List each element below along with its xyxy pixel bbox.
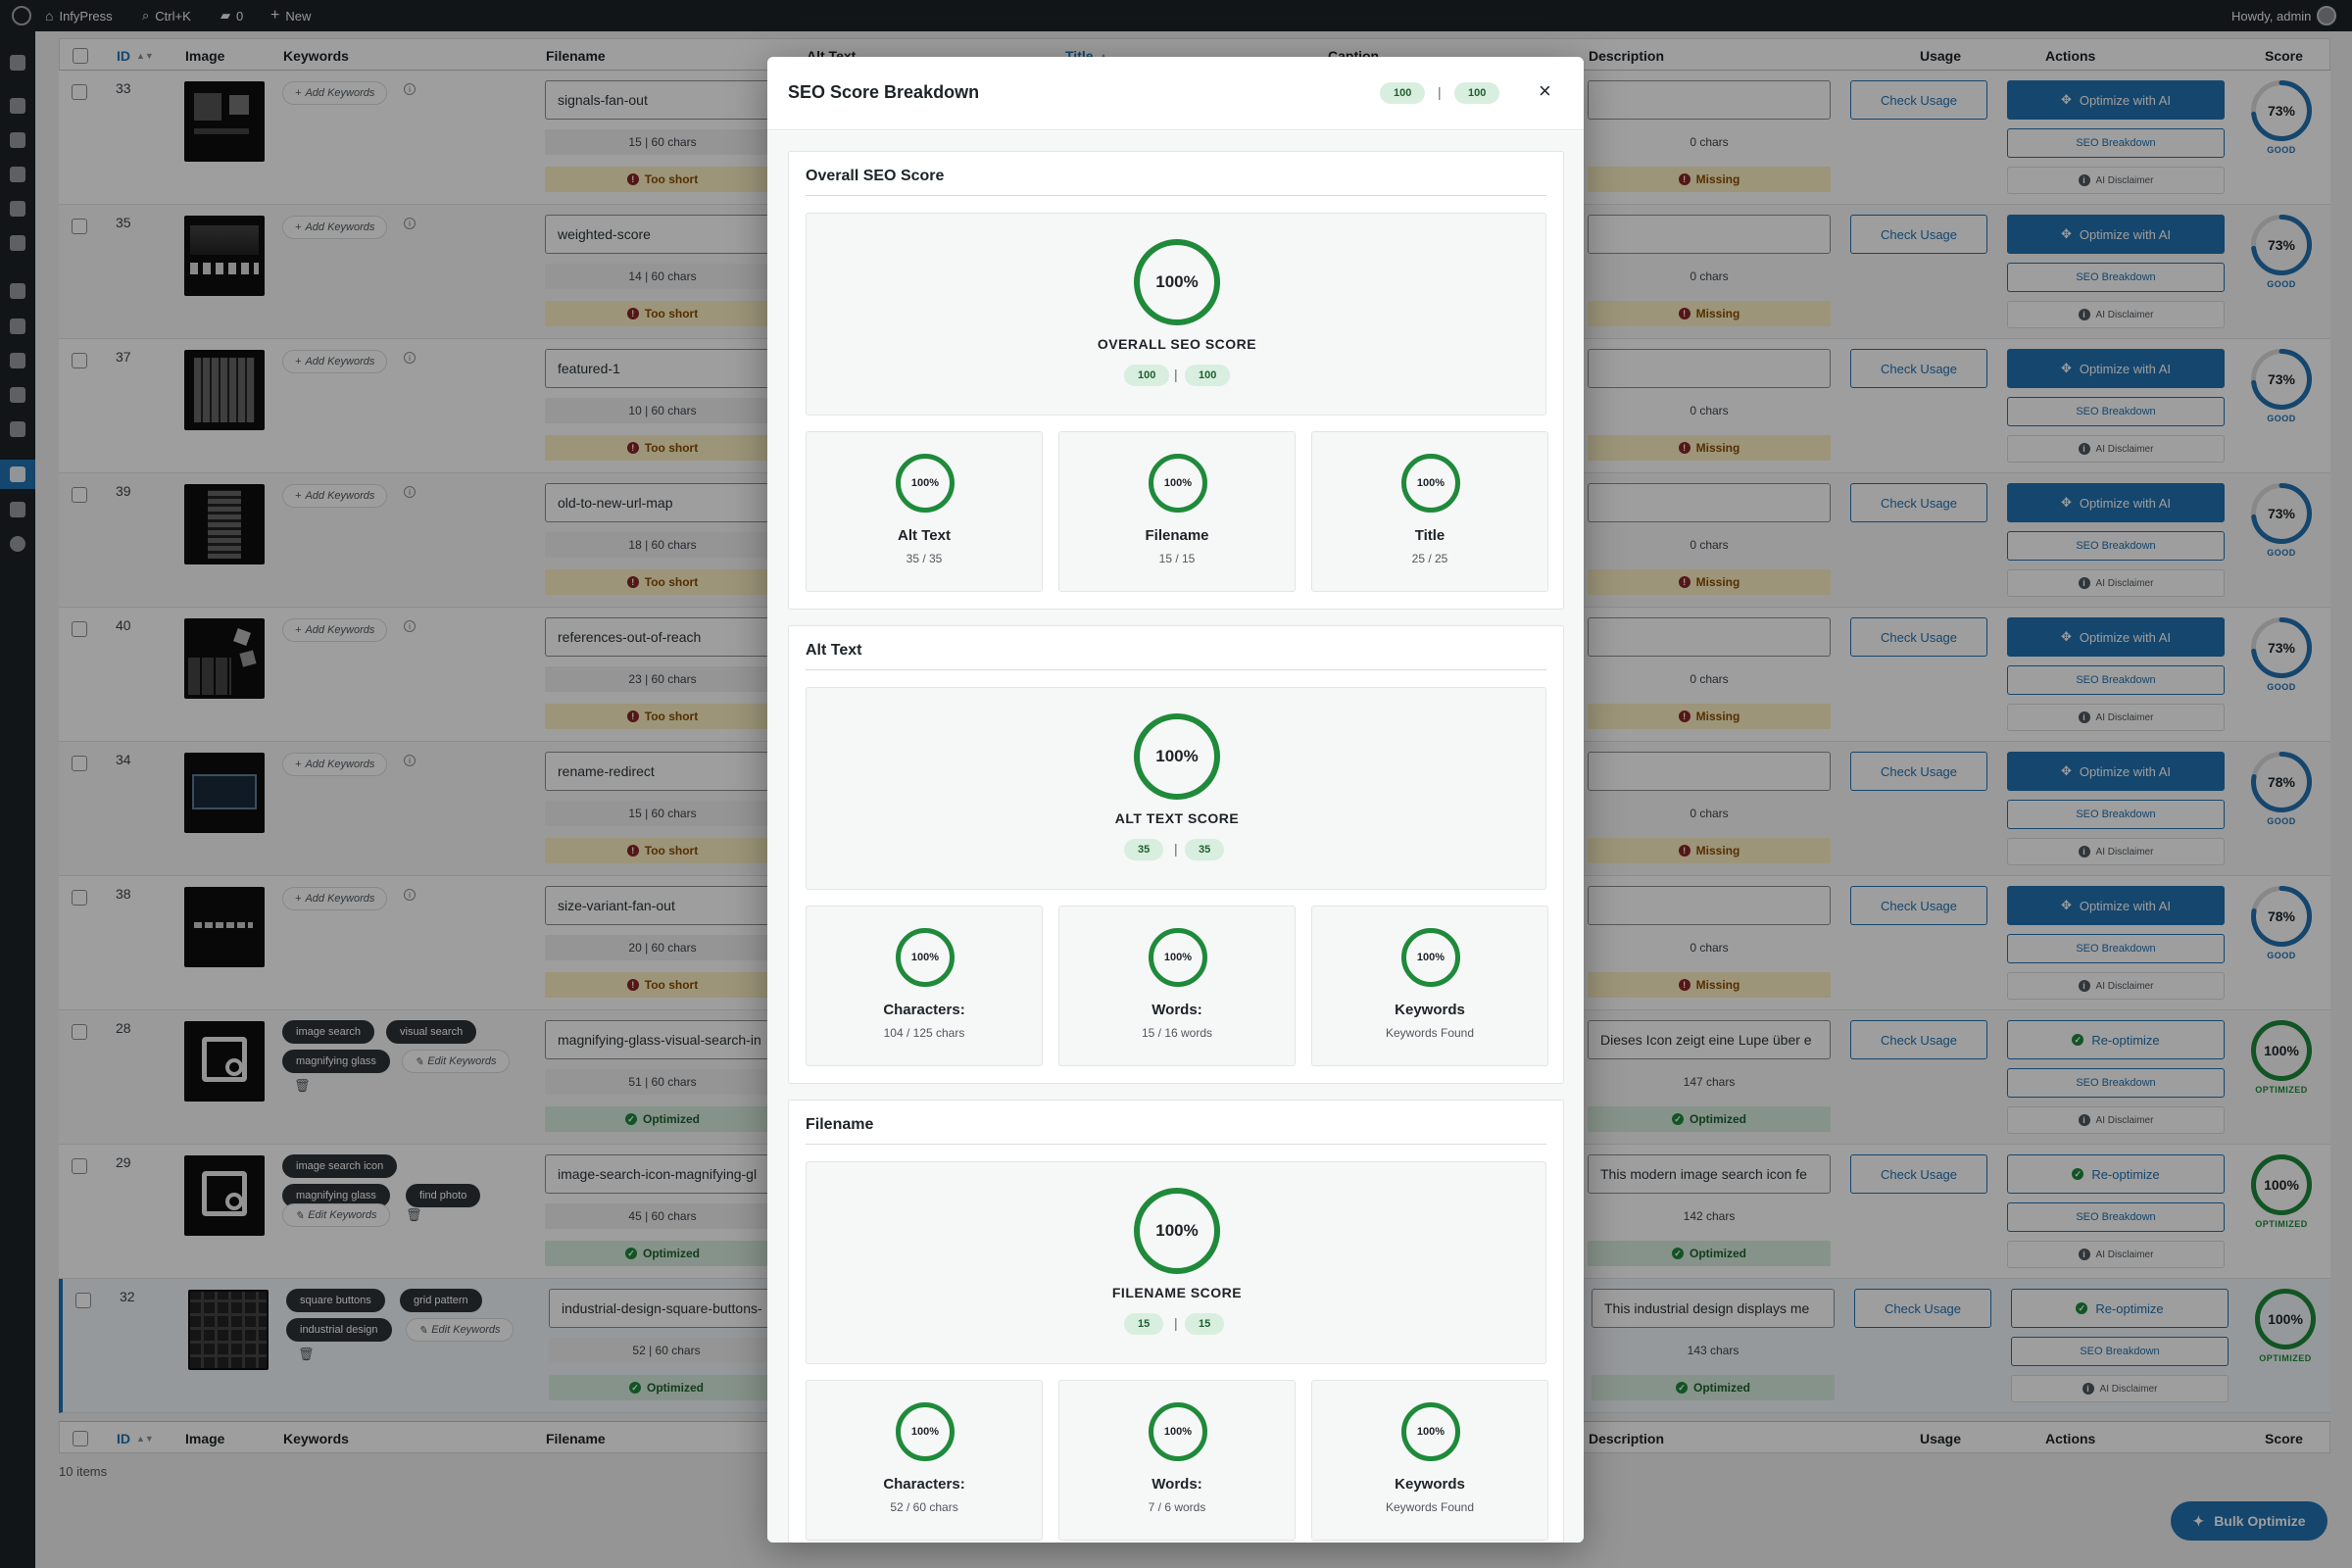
header-pill-separator: | xyxy=(1438,84,1442,100)
score-label: OVERALL SEO SCORE xyxy=(1097,336,1257,352)
score-pill: 15 xyxy=(1124,1313,1164,1335)
section-filename: Filename 100% FILENAME SCORE 15 | 15 100% Chara… xyxy=(788,1100,1564,1543)
metric-card: 100% Title 25 / 25 xyxy=(1311,431,1548,592)
metric-detail: 35 / 35 xyxy=(906,552,943,565)
metric-card: 100% Keywords Keywords Found xyxy=(1311,1380,1548,1541)
metric-detail: 7 / 6 words xyxy=(1148,1500,1206,1514)
modal-title: SEO Score Breakdown xyxy=(788,82,980,102)
divider xyxy=(806,669,1546,670)
metric-card: 100% Words: 7 / 6 words xyxy=(1058,1380,1296,1541)
metric-card: 100% Keywords Keywords Found xyxy=(1311,906,1548,1066)
metric-value: 100% xyxy=(1416,952,1446,963)
metric-detail: 52 / 60 chars xyxy=(890,1500,958,1514)
metric-label: Keywords xyxy=(1395,1476,1465,1493)
metric-card: 100% Filename 15 / 15 xyxy=(1058,431,1296,592)
metric-value: 100% xyxy=(910,477,940,489)
metric-label: Filename xyxy=(1145,527,1209,544)
metric-ring: 100% xyxy=(1401,928,1460,987)
metric-card: 100% Words: 15 / 16 words xyxy=(1058,906,1296,1066)
metric-detail: 15 / 15 xyxy=(1158,552,1196,565)
metric-detail: Keywords Found xyxy=(1385,1026,1475,1040)
metric-value: 100% xyxy=(910,1426,940,1438)
section-alt-text: Alt Text 100% ALT TEXT SCORE 35 | 35 100% Chara… xyxy=(788,625,1564,1084)
big-score-value: 100% xyxy=(1155,1221,1199,1240)
divider xyxy=(806,1144,1546,1145)
pill-separator: | xyxy=(1174,841,1178,857)
metric-value: 100% xyxy=(1163,952,1193,963)
score-pill: 100 xyxy=(1124,365,1170,386)
metric-card: 100% Characters: 104 / 125 chars xyxy=(806,906,1043,1066)
metric-value: 100% xyxy=(1416,477,1446,489)
section-heading: Filename xyxy=(806,1116,874,1133)
metric-detail: 15 / 16 words xyxy=(1141,1026,1213,1040)
metric-card: 100% Characters: 52 / 60 chars xyxy=(806,1380,1043,1541)
big-score-value: 100% xyxy=(1155,272,1199,291)
metric-label: Alt Text xyxy=(898,527,951,544)
score-label: FILENAME SCORE xyxy=(1111,1285,1243,1300)
metric-ring: 100% xyxy=(1401,1402,1460,1461)
max-pill: 35 xyxy=(1185,839,1225,860)
score-summary-card: 100% ALT TEXT SCORE 35 | 35 xyxy=(806,687,1546,890)
header-score-pill: 100 xyxy=(1380,82,1426,104)
section-overall: Overall SEO Score 100% OVERALL SEO SCORE 10… xyxy=(788,151,1564,610)
score-summary-card: 100% FILENAME SCORE 15 | 15 xyxy=(806,1161,1546,1364)
metric-label: Words: xyxy=(1152,1002,1202,1018)
big-score-ring: 100% xyxy=(1134,1188,1220,1274)
metric-label: Keywords xyxy=(1395,1002,1465,1018)
max-pill: 15 xyxy=(1185,1313,1225,1335)
max-pill: 100 xyxy=(1185,365,1231,386)
modal-header: SEO Score Breakdown 100 | 100 × xyxy=(767,57,1584,130)
metric-value: 100% xyxy=(910,952,940,963)
metric-label: Characters: xyxy=(883,1002,965,1018)
metric-ring: 100% xyxy=(1149,1402,1207,1461)
big-score-ring: 100% xyxy=(1134,239,1220,325)
pill-separator: | xyxy=(1174,367,1178,382)
metric-detail: Keywords Found xyxy=(1385,1500,1475,1514)
section-heading: Overall SEO Score xyxy=(806,168,945,184)
header-max-pill: 100 xyxy=(1454,82,1500,104)
metric-ring: 100% xyxy=(896,454,955,513)
metric-ring: 100% xyxy=(896,928,955,987)
big-score-value: 100% xyxy=(1155,747,1199,765)
pill-separator: | xyxy=(1174,1315,1178,1331)
score-label: ALT TEXT SCORE xyxy=(1114,810,1240,826)
score-pill: 35 xyxy=(1124,839,1164,860)
big-score-ring: 100% xyxy=(1134,713,1220,800)
metric-ring: 100% xyxy=(1401,454,1460,513)
metric-value: 100% xyxy=(1163,477,1193,489)
metric-value: 100% xyxy=(1163,1426,1193,1438)
score-summary-card: 100% OVERALL SEO SCORE 100 | 100 xyxy=(806,213,1546,416)
metric-ring: 100% xyxy=(896,1402,955,1461)
metric-ring: 100% xyxy=(1149,928,1207,987)
metric-label: Characters: xyxy=(883,1476,965,1493)
metric-value: 100% xyxy=(1416,1426,1446,1438)
close-icon[interactable]: × xyxy=(1539,78,1551,104)
section-heading: Alt Text xyxy=(806,642,862,659)
metric-label: Title xyxy=(1414,527,1446,544)
metric-card: 100% Alt Text 35 / 35 xyxy=(806,431,1043,592)
metric-detail: 104 / 125 chars xyxy=(883,1026,965,1040)
metric-ring: 100% xyxy=(1149,454,1207,513)
metric-detail: 25 / 25 xyxy=(1411,552,1448,565)
metric-label: Words: xyxy=(1152,1476,1202,1493)
modal-body: Overall SEO Score 100% OVERALL SEO SCORE 10… xyxy=(767,131,1584,1543)
divider xyxy=(806,195,1546,196)
seo-breakdown-modal: SEO Score Breakdown 100 | 100 × Overall … xyxy=(767,57,1584,1543)
